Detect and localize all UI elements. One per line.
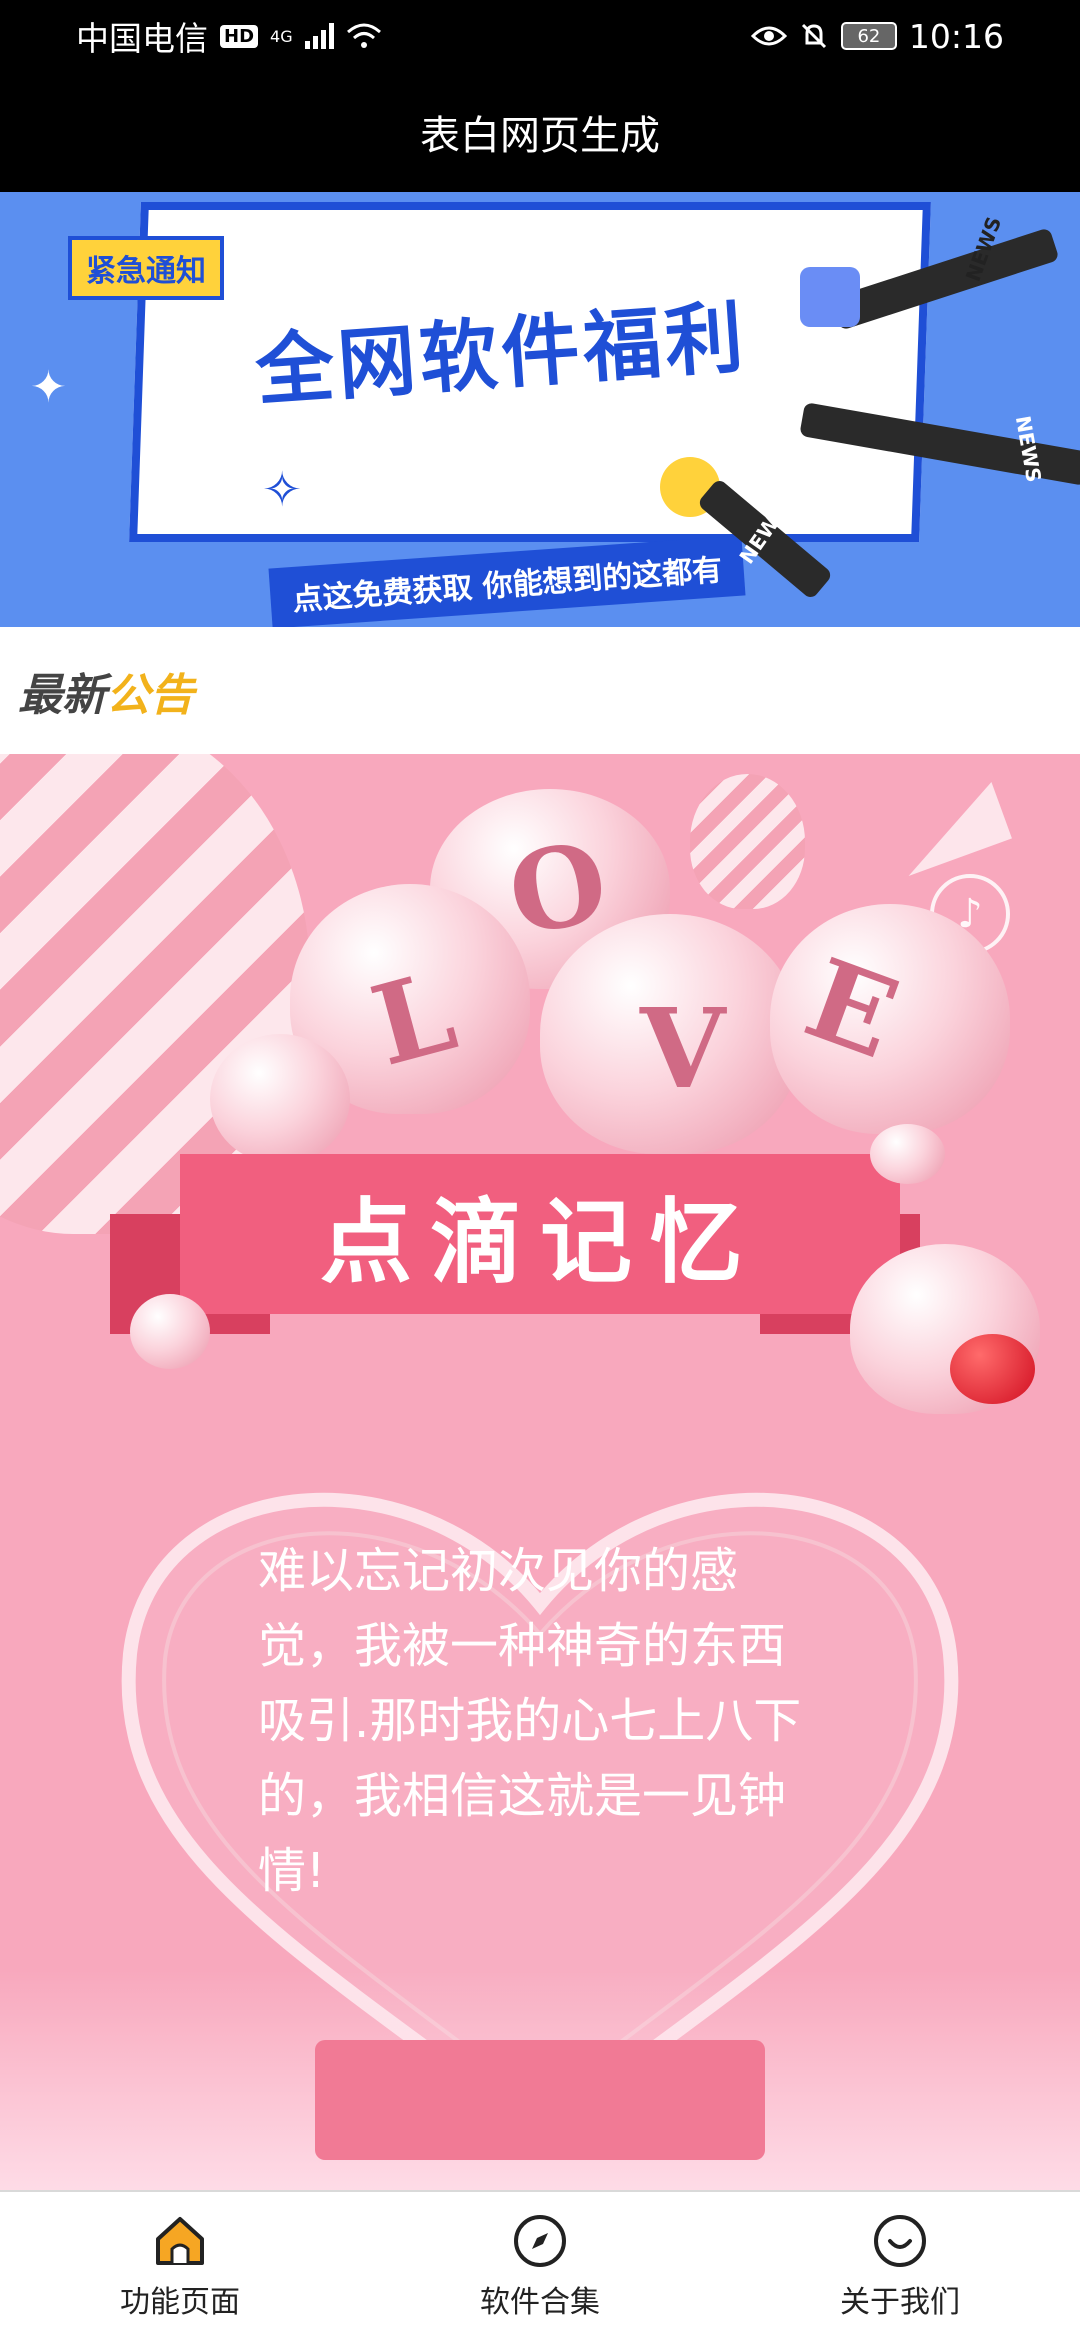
love-card: ♪ L O V E 点滴记忆 难以忘记初次见你的感觉，我被一种神奇的东西吸引.那… [0, 754, 1080, 2190]
sparkle-icon: ✦ [30, 362, 67, 413]
carrier-label: 中国电信 [76, 19, 208, 58]
nav-item-home[interactable]: 功能页面 [0, 2192, 360, 2340]
nav-label-about: 关于我们 [840, 2285, 960, 2320]
hd-badge: HD [220, 24, 259, 48]
banner-subline: 点这免费获取 你能想到的这都有 [268, 535, 746, 627]
app-title-bar: 表白网页生成 [0, 72, 1080, 192]
red-heart-image [950, 1334, 1035, 1404]
home-icon [156, 2217, 204, 2265]
nav-label-software: 软件合集 [480, 2285, 600, 2320]
page-title: 表白网页生成 [420, 113, 660, 159]
nav-item-about[interactable]: 关于我们 [720, 2192, 1080, 2340]
status-right: 62 10:16 [750, 16, 1004, 56]
compass-icon [514, 2215, 566, 2267]
status-left: 中国电信 HD 4G [76, 12, 382, 60]
status-bar: 中国电信 HD 4G 62 10:16 [0, 0, 1080, 72]
small-balloon-image [690, 774, 805, 909]
battery-indicator: 62 [840, 22, 897, 50]
nav-item-software[interactable]: 软件合集 [360, 2192, 720, 2340]
announcement-title-part2: 公告 [106, 669, 194, 721]
wifi-icon [346, 23, 381, 48]
paper-plane-icon [888, 781, 1012, 877]
love-message: 难以忘记初次见你的感觉，我被一种神奇的东西吸引.那时我的心七上八下的，我相信这就… [258, 1543, 802, 1899]
smile-icon [874, 2215, 926, 2267]
signal-icon [304, 23, 334, 49]
mute-bell-icon [801, 23, 826, 49]
bottom-nav: 功能页面 软件合集 关于我们 [0, 2190, 1080, 2340]
clock: 10:16 [908, 16, 1004, 56]
microphone-head [800, 267, 860, 327]
heart-image [130, 1294, 210, 1369]
heart-image [210, 1034, 350, 1164]
nav-label-home: 功能页面 [120, 2285, 240, 2320]
banner-tag: 紧急通知 [68, 236, 224, 300]
promo-banner[interactable]: 紧急通知 全网软件福利 点这免费获取 你能想到的这都有 ✦ ✧ NEWS NEW… [0, 192, 1080, 627]
sparkle-outline-icon: ✧ [262, 462, 303, 518]
announcement-bar[interactable]: 最新公告 [0, 627, 1080, 754]
network-type: 4G [270, 26, 293, 46]
bottom-ribbon-decoration [315, 2040, 765, 2160]
heart-image [870, 1124, 945, 1184]
love-letter-v: V [640, 984, 726, 1113]
announcement-title: 最新公告 [18, 659, 194, 723]
eye-icon [750, 26, 787, 46]
announcement-title-part1: 最新 [18, 669, 106, 721]
ribbon-title: 点滴记忆 [180, 1154, 900, 1314]
